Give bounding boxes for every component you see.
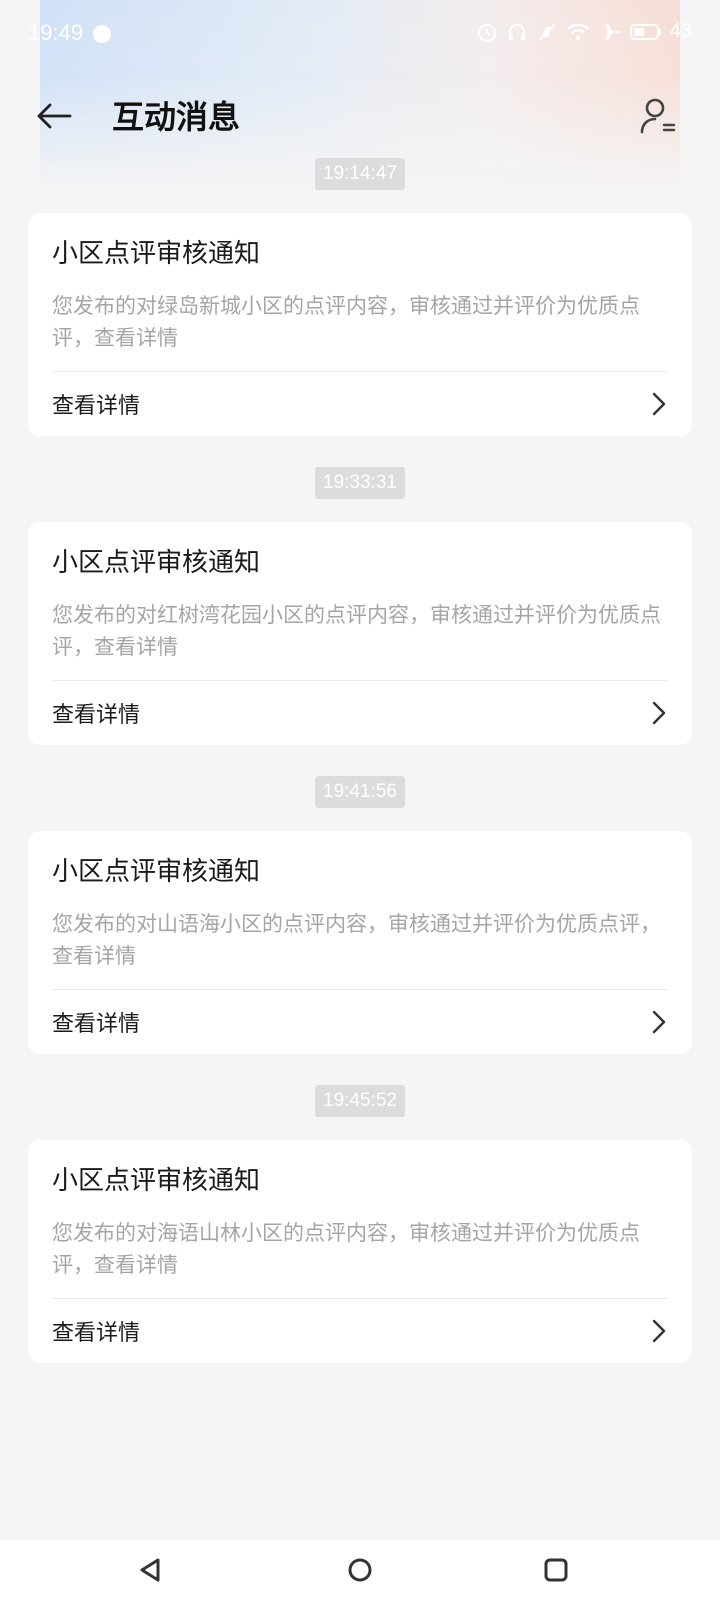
view-details-link[interactable]: 查看详情 xyxy=(28,990,692,1054)
profile-button[interactable] xyxy=(634,92,682,140)
view-details-label: 查看详情 xyxy=(52,1321,141,1346)
view-details-link[interactable]: 查看详情 xyxy=(28,372,692,436)
chevron-right-icon xyxy=(652,1010,666,1034)
nav-home-button[interactable] xyxy=(342,1552,378,1588)
message-card: 小区点评审核通知 您发布的对山语海小区的点评内容，审核通过并评价为优质点评，查看… xyxy=(28,831,692,1054)
recents-square-icon xyxy=(544,1558,568,1582)
message-timestamp: 19:14:47 xyxy=(315,158,405,190)
arrow-left-icon xyxy=(37,103,72,129)
airplane-icon xyxy=(598,21,622,43)
message-title: 小区点评审核通知 xyxy=(52,1166,261,1196)
view-details-label: 查看详情 xyxy=(52,394,141,419)
headphones-icon xyxy=(506,21,528,43)
status-time: 19:49 xyxy=(28,20,84,45)
message-title: 小区点评审核通知 xyxy=(52,857,261,887)
message-body: 您发布的对山语海小区的点评内容，审核通过并评价为优质点评，查看详情 xyxy=(52,912,661,968)
app-header: 互动消息 xyxy=(0,80,720,150)
message-body: 您发布的对绿岛新城小区的点评内容，审核通过并评价为优质点评，查看详情 xyxy=(52,294,640,350)
view-details-link[interactable]: 查看详情 xyxy=(28,681,692,745)
view-details-label: 查看详情 xyxy=(52,1012,141,1037)
view-details-label: 查看详情 xyxy=(52,703,141,728)
back-triangle-icon xyxy=(140,1558,160,1582)
battery-level: 43 xyxy=(669,20,692,42)
chevron-right-icon xyxy=(652,1319,666,1343)
back-button[interactable] xyxy=(30,92,78,140)
wifi-icon xyxy=(566,21,590,43)
message-card: 小区点评审核通知 您发布的对海语山林小区的点评内容，审核通过并评价为优质点评，查… xyxy=(28,1140,692,1363)
status-bar: 19:49 43 xyxy=(0,0,720,68)
message-timestamp: 19:45:52 xyxy=(315,1085,405,1117)
message-title: 小区点评审核通知 xyxy=(52,548,261,578)
mute-icon xyxy=(536,21,558,43)
notification-dot-icon xyxy=(93,25,111,43)
battery-icon xyxy=(629,22,662,42)
alarm-icon xyxy=(476,21,498,43)
message-title: 小区点评审核通知 xyxy=(52,239,261,269)
user-list-icon xyxy=(640,98,676,134)
status-icons: 43 xyxy=(476,20,692,43)
message-body: 您发布的对海语山林小区的点评内容，审核通过并评价为优质点评，查看详情 xyxy=(52,1221,640,1277)
message-card: 小区点评审核通知 您发布的对绿岛新城小区的点评内容，审核通过并评价为优质点评，查… xyxy=(28,213,692,436)
chevron-right-icon xyxy=(652,701,666,725)
message-card: 小区点评审核通知 您发布的对红树湾花园小区的点评内容，审核通过并评价为优质点评，… xyxy=(28,522,692,745)
message-timestamp: 19:41:56 xyxy=(315,776,405,808)
nav-back-button[interactable] xyxy=(132,1552,168,1588)
message-body: 您发布的对红树湾花园小区的点评内容，审核通过并评价为优质点评，查看详情 xyxy=(52,603,661,659)
home-circle-icon xyxy=(348,1558,372,1582)
view-details-link[interactable]: 查看详情 xyxy=(28,1299,692,1363)
page-title: 互动消息 xyxy=(112,98,241,136)
system-nav-bar xyxy=(0,1540,720,1600)
message-timestamp: 19:33:31 xyxy=(315,467,405,499)
chevron-right-icon xyxy=(652,392,666,416)
nav-recents-button[interactable] xyxy=(538,1552,574,1588)
